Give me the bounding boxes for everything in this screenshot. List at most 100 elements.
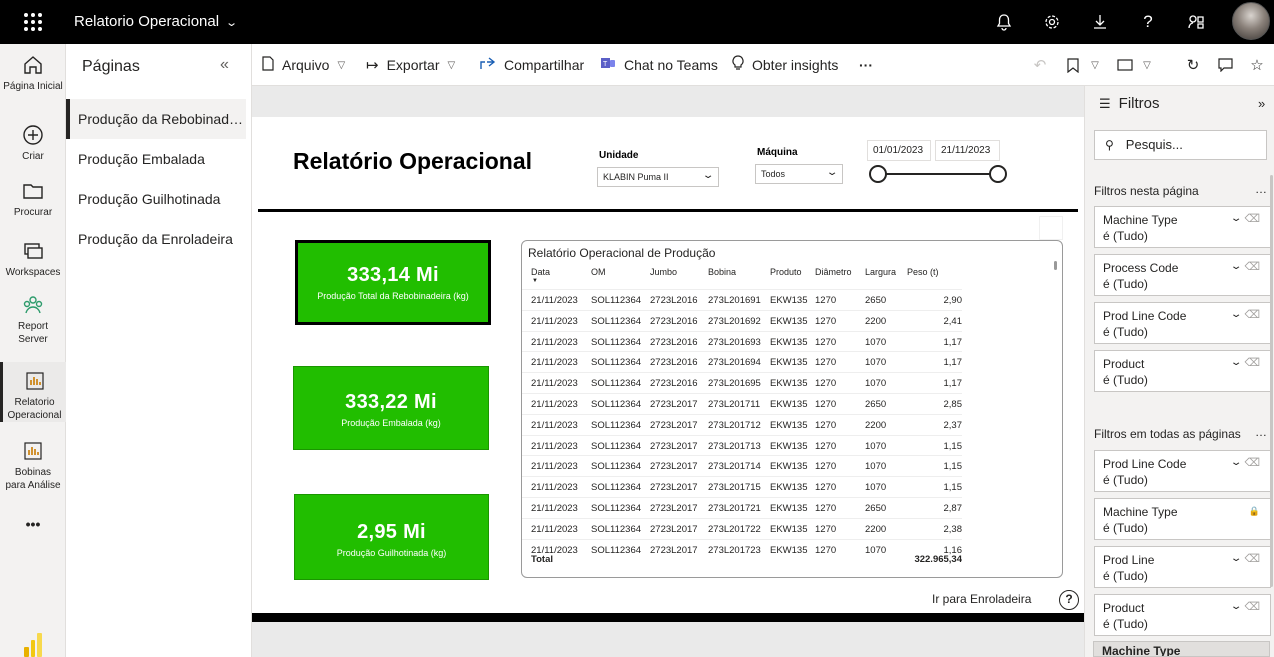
collapse-pane-icon[interactable]: «: [220, 56, 229, 74]
visual-header-icon[interactable]: [1039, 216, 1063, 240]
obter-insights-button[interactable]: Obter insights: [732, 44, 838, 86]
app-launcher-icon[interactable]: [24, 13, 42, 31]
table-row[interactable]: 21/11/2023 SOL112364 2723L2017 273L201714 EK…: [522, 455, 962, 476]
table-row[interactable]: 21/11/2023 SOL112364 2723L2017 273L201712 EK…: [522, 413, 962, 435]
sort-descending-icon[interactable]: ▼: [532, 278, 538, 284]
date-slider-end-handle[interactable]: [989, 165, 1007, 183]
filter-card[interactable]: Machine Type é (Tudo) ⌄ ⌫: [1094, 206, 1271, 248]
report-server-icon: [23, 296, 43, 314]
table-scrollbar[interactable]: [1054, 261, 1057, 270]
more-icon[interactable]: …: [1255, 425, 1268, 439]
table-row[interactable]: 21/11/2023 SOL112364 2723L2017 273L201722 EK…: [522, 517, 962, 539]
table-row[interactable]: 21/11/2023 SOL112364 2723L2017 273L201715 EK…: [522, 476, 962, 497]
date-end-input[interactable]: 21/11/2023: [935, 140, 1000, 161]
table-row[interactable]: 21/11/2023 SOL112364 2723L2016 273L201694 EK…: [522, 351, 962, 372]
filter-card[interactable]: Machine Type é (Tudo) 🔒: [1094, 498, 1271, 540]
nav-item-browse[interactable]: Procurar: [0, 180, 66, 219]
page-tab-embalada[interactable]: Produção Embalada: [66, 139, 246, 179]
page-tab-enroladeira[interactable]: Produção da Enroladeira: [66, 219, 246, 259]
nav-item-workspaces[interactable]: Workspaces: [0, 240, 66, 279]
eraser-icon[interactable]: ⌫: [1244, 551, 1260, 567]
table-row[interactable]: 21/11/2023 SOL112364 2723L2016 273L201693 EK…: [522, 330, 962, 352]
table-row[interactable]: 21/11/2023 SOL112364 2723L2016 273L201691 EK…: [522, 289, 962, 310]
more-options-icon[interactable]: ···: [859, 44, 873, 86]
eraser-icon[interactable]: ⌫: [1244, 211, 1260, 227]
more-icon[interactable]: …: [1255, 182, 1268, 196]
table-row[interactable]: 21/11/2023 SOL112364 2723L2017 273L201711 EK…: [522, 393, 962, 414]
view-icon[interactable]: [1114, 44, 1136, 86]
arquivo-menu[interactable]: Arquivo ▽: [262, 44, 345, 86]
share-icon[interactable]: [1172, 0, 1220, 44]
chat-teams-button[interactable]: T Chat no Teams: [600, 44, 718, 86]
chevron-down-icon[interactable]: ▽: [1088, 44, 1102, 86]
filters-scrollbar[interactable]: [1270, 175, 1273, 587]
help-icon[interactable]: ?: [1059, 590, 1079, 610]
app-title[interactable]: Relatorio Operacional ⌄: [74, 13, 238, 30]
eraser-icon[interactable]: ⌫: [1244, 307, 1260, 323]
column-header[interactable]: Diâmetro: [815, 267, 852, 277]
filter-card[interactable]: Process Code é (Tudo) ⌄ ⌫: [1094, 254, 1271, 296]
exportar-menu[interactable]: ↦ Exportar ▽: [366, 44, 455, 86]
eraser-icon[interactable]: ⌫: [1244, 455, 1260, 471]
chevron-down-icon[interactable]: ⌄: [1230, 455, 1243, 471]
bookmark-icon[interactable]: [1062, 44, 1084, 86]
filter-card[interactable]: Prod Line é (Tudo) ⌄ ⌫: [1094, 546, 1271, 588]
nav-item-create[interactable]: Criar: [0, 124, 66, 163]
filter-card[interactable]: Prod Line Code é (Tudo) ⌄ ⌫: [1094, 450, 1271, 492]
maquina-slicer[interactable]: Todos ⌄: [755, 164, 843, 184]
bell-icon[interactable]: [980, 0, 1028, 44]
avatar[interactable]: [1232, 2, 1270, 40]
chevron-down-icon[interactable]: ⌄: [1230, 551, 1243, 567]
table-cell: 2723L2017: [650, 399, 698, 410]
column-header[interactable]: Peso (t): [907, 267, 939, 277]
table-row[interactable]: 21/11/2023 SOL112364 2723L2017 273L201713 EK…: [522, 434, 962, 456]
help-icon[interactable]: ?: [1124, 0, 1172, 44]
nav-item-bobinas[interactable]: Bobinas para Análise: [0, 440, 66, 492]
page-tab-guilhotinada[interactable]: Produção Guilhotinada: [66, 179, 246, 219]
refresh-icon[interactable]: ↻: [1182, 44, 1204, 86]
unidade-slicer[interactable]: KLABIN Puma II ⌄: [597, 167, 719, 187]
table-row[interactable]: 21/11/2023 SOL112364 2723L2016 273L201692 EK…: [522, 309, 962, 331]
eraser-icon[interactable]: ⌫: [1244, 355, 1260, 371]
filter-search-input[interactable]: ⚲ Pesquis...: [1094, 130, 1267, 160]
chevron-down-icon[interactable]: ⌄: [1230, 307, 1243, 323]
date-slider-start-handle[interactable]: [869, 165, 887, 183]
column-header[interactable]: OM: [591, 267, 606, 277]
chevron-down-icon[interactable]: ▽: [1140, 44, 1154, 86]
gear-icon[interactable]: [1028, 0, 1076, 44]
filter-card[interactable]: Product é (Tudo) ⌄ ⌫: [1094, 594, 1271, 636]
comment-icon[interactable]: [1214, 44, 1236, 86]
eraser-icon[interactable]: ⌫: [1244, 599, 1260, 615]
date-start-input[interactable]: 01/01/2023: [867, 140, 931, 161]
filter-card[interactable]: Product é (Tudo) ⌄ ⌫: [1094, 350, 1271, 392]
column-header[interactable]: Data: [531, 267, 550, 277]
nav-item-relatorio-operacional[interactable]: Relatorio Operacional: [0, 362, 66, 422]
eraser-icon[interactable]: ⌫: [1244, 259, 1260, 275]
download-icon[interactable]: [1076, 0, 1124, 44]
chevron-down-icon[interactable]: ⌄: [1230, 355, 1243, 371]
column-header[interactable]: Produto: [770, 267, 802, 277]
nav-item-report-server[interactable]: Report Server: [0, 294, 66, 346]
compartilhar-button[interactable]: Compartilhar: [480, 44, 584, 86]
table-row[interactable]: 21/11/2023 SOL112364 2723L2016 273L201695 EK…: [522, 372, 962, 393]
chevron-down-icon[interactable]: ⌄: [1230, 599, 1243, 615]
more-icon[interactable]: •••: [0, 517, 66, 531]
column-header[interactable]: Bobina: [708, 267, 736, 277]
ir-para-enroladeira-link[interactable]: Ir para Enroladeira: [932, 592, 1031, 606]
nav-item-home[interactable]: Página Inicial: [0, 54, 66, 93]
filter-card[interactable]: Prod Line Code é (Tudo) ⌄ ⌫: [1094, 302, 1271, 344]
filter-state: é (Tudo): [1103, 473, 1148, 487]
page-tab-rebobinadeira[interactable]: Produção da Rebobinadeira: [66, 99, 246, 139]
column-header[interactable]: Jumbo: [650, 267, 677, 277]
undo-icon[interactable]: ↶: [1028, 44, 1052, 86]
kpi-value: 333,22 Mi: [345, 391, 437, 413]
favorite-star-icon[interactable]: ☆: [1246, 44, 1268, 86]
nav-label: Relatorio Operacional: [7, 397, 62, 421]
table-cell: 2723L2017: [650, 440, 698, 452]
expand-pane-icon[interactable]: »: [1258, 96, 1265, 111]
column-header[interactable]: Largura: [865, 267, 896, 277]
chevron-down-icon[interactable]: ⌄: [1230, 211, 1243, 227]
filter-card-partial[interactable]: Machine Type: [1093, 641, 1270, 657]
table-row[interactable]: 21/11/2023 SOL112364 2723L2017 273L201721 EK…: [522, 497, 962, 518]
chevron-down-icon[interactable]: ⌄: [1230, 259, 1243, 275]
